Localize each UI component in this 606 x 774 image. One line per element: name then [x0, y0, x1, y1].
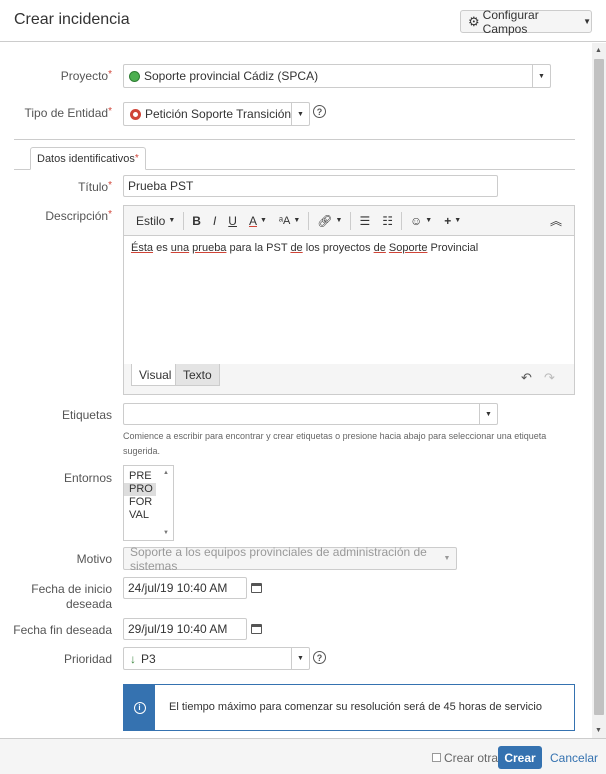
- toolbar-separator: [308, 211, 310, 230]
- cancel-link[interactable]: Cancelar: [550, 751, 598, 765]
- bullet-list-icon[interactable]: ☰: [353, 210, 376, 232]
- entity-type-label: Tipo de Entidad*: [24, 106, 112, 120]
- info-bar: i: [124, 685, 155, 730]
- create-another-checkbox[interactable]: [432, 753, 441, 762]
- chevron-down-icon[interactable]: ▼: [291, 648, 309, 669]
- environment-option-selected[interactable]: PRO: [124, 483, 156, 496]
- calendar-icon[interactable]: [251, 583, 262, 593]
- info-message-text: El tiempo máximo para comenzar su resolu…: [169, 701, 542, 713]
- chevron-down-icon[interactable]: ▼: [479, 404, 497, 424]
- dialog-footer: Crear otra Crear Cancelar: [0, 738, 606, 774]
- project-value: Soporte provincial Cádiz (SPCA): [144, 69, 319, 83]
- reason-value: Soporte a los equipos provinciales de ad…: [130, 544, 427, 573]
- chevron-down-icon[interactable]: ▼: [291, 103, 309, 125]
- project-select[interactable]: Soporte provincial Cádiz (SPCA) ▼: [123, 64, 551, 88]
- scroll-down-icon[interactable]: ▼: [163, 530, 169, 536]
- entity-type-select[interactable]: Petición Soporte Transición ▼: [123, 102, 310, 126]
- dialog-content: Proyecto* Soporte provincial Cádiz (SPCA…: [0, 43, 592, 738]
- start-date-input[interactable]: 24/jul/19 10:40 AM: [123, 577, 247, 599]
- collapse-toolbar-icon[interactable]: ︽: [544, 210, 568, 232]
- chevron-down-icon: ▼: [443, 555, 451, 562]
- entity-type-value: Petición Soporte Transición: [145, 107, 292, 121]
- scroll-up-icon[interactable]: ▲: [595, 47, 602, 54]
- chevron-down-icon[interactable]: ▼: [532, 65, 550, 87]
- environment-option[interactable]: VAL: [124, 509, 156, 522]
- editor-footer: Visual Texto ↶ ↷: [124, 364, 574, 394]
- chevron-down-icon: ▼: [583, 17, 591, 26]
- link-icon[interactable]: 🔗︎ ▼: [311, 210, 348, 232]
- dialog-header: Crear incidencia ⚙ Configurar Campos ▼: [0, 0, 606, 42]
- tab-datos-identificativos[interactable]: Datos identificativos *: [30, 147, 146, 170]
- environments-listbox[interactable]: PRE PRO FOR VAL ▲ ▼: [123, 465, 174, 541]
- target-icon: [130, 108, 141, 120]
- listbox-scrollbar[interactable]: ▲ ▼: [160, 466, 173, 540]
- info-icon: i: [133, 701, 146, 714]
- scroll-up-icon[interactable]: ▲: [163, 470, 169, 476]
- labels-label: Etiquetas: [61, 408, 112, 422]
- toolbar-separator: [350, 211, 352, 230]
- bold-button[interactable]: B: [186, 210, 207, 232]
- scrollbar-thumb[interactable]: [594, 59, 604, 715]
- reason-label: Motivo: [76, 552, 112, 566]
- toolbar-separator: [183, 211, 185, 230]
- environment-option[interactable]: PRE: [124, 470, 156, 483]
- info-message: i El tiempo máximo para comenzar su reso…: [123, 684, 575, 731]
- configure-fields-button[interactable]: ⚙ Configurar Campos ▼: [460, 7, 592, 36]
- undo-icon[interactable]: ↶: [521, 370, 532, 386]
- labels-hint: Comience a escribir para encontrar y cre…: [123, 431, 547, 456]
- arrow-down-icon: ↓: [130, 651, 136, 666]
- divider: [14, 139, 575, 140]
- more-formatting-icon[interactable]: ᵃA ▼: [273, 210, 306, 232]
- editor-toolbar: Estilo ▼ B I U A ▼ ᵃA ▼ 🔗︎ ▼ ☰ ☷ ☺ ▼ + ▼ ︽: [124, 206, 574, 236]
- configure-fields-label: Configurar Campos: [482, 7, 539, 36]
- text-mode-tab[interactable]: Texto: [175, 364, 220, 386]
- scroll-down-icon[interactable]: ▼: [595, 727, 602, 734]
- environment-option[interactable]: FOR: [124, 496, 156, 509]
- reason-select: Soporte a los equipos provinciales de ad…: [123, 544, 457, 573]
- visual-mode-tab[interactable]: Visual: [131, 364, 180, 386]
- priority-label: Prioridad: [63, 652, 112, 666]
- start-date-label: Fecha de inicio deseada: [31, 582, 112, 611]
- title-input[interactable]: Prueba PST: [123, 175, 498, 197]
- priority-value: P3: [141, 651, 156, 666]
- description-text[interactable]: Ésta es una prueba para la PST de los pr…: [124, 236, 574, 364]
- labels-input[interactable]: ▼: [123, 403, 498, 425]
- emoticon-icon[interactable]: ☺ ▼: [404, 210, 438, 232]
- project-label: Proyecto*: [60, 69, 112, 83]
- insert-more-icon[interactable]: + ▼: [438, 210, 467, 232]
- end-date-label: Fecha fin deseada: [13, 623, 112, 637]
- priority-select[interactable]: ↓ P3 ▼: [123, 647, 310, 670]
- redo-icon[interactable]: ↷: [544, 370, 555, 386]
- calendar-icon[interactable]: [251, 624, 262, 634]
- help-icon[interactable]: ?: [313, 105, 326, 118]
- text-color-button[interactable]: A ▼: [243, 210, 273, 232]
- numbered-list-icon[interactable]: ☷: [376, 210, 399, 232]
- underline-button[interactable]: U: [222, 210, 243, 232]
- title-label: Título*: [78, 180, 112, 194]
- gear-icon: ⚙: [468, 13, 480, 29]
- create-another-label[interactable]: Crear otra: [444, 751, 498, 765]
- help-icon[interactable]: ?: [313, 651, 326, 664]
- style-dropdown[interactable]: Estilo ▼: [130, 210, 181, 232]
- description-label: Descripción*: [45, 209, 112, 223]
- toolbar-separator: [401, 211, 402, 230]
- scrollbar[interactable]: ▲ ▼: [592, 43, 606, 738]
- description-editor: Estilo ▼ B I U A ▼ ᵃA ▼ 🔗︎ ▼ ☰ ☷ ☺ ▼ + ▼ ︽ Ést…: [123, 205, 575, 395]
- end-date-input[interactable]: 29/jul/19 10:40 AM: [123, 618, 247, 640]
- italic-button[interactable]: I: [207, 210, 222, 232]
- project-avatar-icon: [129, 70, 140, 82]
- dialog-title: Crear incidencia: [14, 11, 130, 28]
- create-button[interactable]: Crear: [498, 746, 542, 769]
- environments-label: Entornos: [63, 471, 112, 485]
